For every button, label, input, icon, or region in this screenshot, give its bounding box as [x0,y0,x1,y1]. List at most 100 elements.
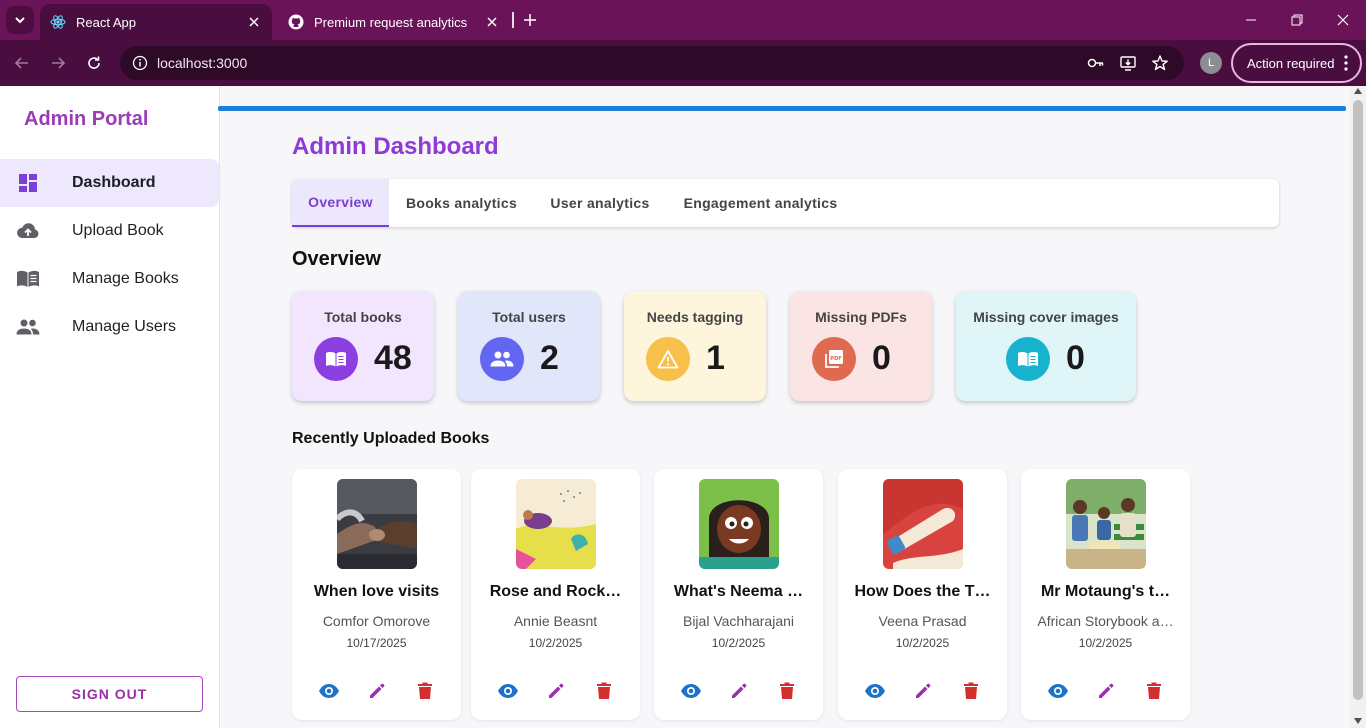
plus-icon [524,14,536,26]
tab-search-button[interactable] [6,6,34,34]
book-cover-image[interactable] [699,479,779,569]
book-cover-image[interactable] [516,479,596,569]
stat-value: 0 [1066,339,1085,377]
edit-button[interactable] [365,679,389,703]
stat-label: Total users [492,309,566,325]
book-date: 10/2/2025 [528,636,583,650]
stat-label: Missing PDFs [815,309,907,325]
eye-icon [865,684,885,698]
more-vert-icon [1344,55,1348,71]
pencil-icon [370,683,385,698]
address-bar[interactable]: localhost:3000 [120,46,1184,80]
stat-value: 0 [872,339,891,377]
tab-engagement-analytics[interactable]: Engagement analytics [666,179,855,227]
book-title: How Does the T… [854,583,991,600]
book-card[interactable]: Mr Motaung's t… African Storybook a… 10/… [1021,469,1190,720]
reload-button[interactable] [82,51,106,75]
delete-button[interactable] [1142,679,1166,703]
book-card[interactable]: When love visits Comfor Omorove 10/17/20… [292,469,461,720]
pencil-icon [732,683,747,698]
delete-button[interactable] [592,679,616,703]
close-window-button[interactable] [1320,0,1366,40]
site-info-icon[interactable] [130,53,150,73]
book-open-icon [314,337,358,381]
book-cover-image[interactable] [337,479,417,569]
edit-button[interactable] [1094,679,1118,703]
book-icon [16,267,40,291]
view-button[interactable] [317,679,341,703]
stat-card-total-users: Total users 2 [458,291,600,401]
tab-books-analytics[interactable]: Books analytics [389,179,534,227]
eye-icon [1048,684,1068,698]
sidebar-item-manage-users[interactable]: Manage Users [0,303,219,351]
delete-button[interactable] [413,679,437,703]
tab-overview[interactable]: Overview [292,179,389,227]
scroll-up-arrow[interactable] [1354,88,1362,94]
eye-icon [681,684,701,698]
url-text: localhost:3000 [157,55,248,71]
trash-icon [964,682,978,699]
restore-button[interactable] [1274,0,1320,40]
edit-button[interactable] [911,679,935,703]
react-icon [50,14,66,30]
stat-value: 1 [706,339,725,377]
book-card[interactable]: How Does the T… Veena Prasad 10/2/2025 [838,469,1007,720]
scroll-down-arrow[interactable] [1354,718,1362,724]
cloud-upload-icon [16,219,40,243]
people-icon [480,337,524,381]
view-button[interactable] [1046,679,1070,703]
stat-label: Missing cover images [973,309,1119,325]
tab-user-analytics[interactable]: User analytics [534,179,666,227]
back-button[interactable] [10,51,34,75]
view-button[interactable] [863,679,887,703]
trash-icon [780,682,794,699]
eye-icon [319,684,339,698]
delete-button[interactable] [959,679,983,703]
delete-button[interactable] [775,679,799,703]
pencil-icon [549,683,564,698]
minimize-icon [1246,19,1256,21]
book-date: 10/2/2025 [895,636,950,650]
action-required-button[interactable]: Action required [1231,43,1362,83]
eye-icon [498,684,518,698]
close-icon [1337,14,1349,26]
page-scrollbar[interactable] [1350,86,1366,728]
loading-progress-bar [218,106,1346,111]
browser-tab-react-app[interactable]: React App [40,4,272,40]
action-required-label: Action required [1247,55,1335,71]
book-cover-image[interactable] [883,479,963,569]
sidebar-item-dashboard[interactable]: Dashboard [0,159,219,207]
page-title: Admin Dashboard [292,133,499,160]
browser-tab-bar: React App Premium request analytics [0,0,1366,40]
chevron-down-icon [15,17,25,24]
star-icon[interactable] [1150,53,1170,73]
install-app-icon[interactable] [1118,53,1138,73]
recently-uploaded-heading: Recently Uploaded Books [292,430,490,447]
sidebar-item-upload-book[interactable]: Upload Book [0,207,219,255]
tab-title: React App [76,14,136,30]
book-cover-image[interactable] [1066,479,1146,569]
browser-tab-premium-analytics[interactable]: Premium request analytics [278,4,510,40]
stat-value: 48 [374,339,412,377]
book-card[interactable]: Rose and Rock… Annie Beasnt 10/2/2025 [471,469,640,720]
trash-icon [418,682,432,699]
sidebar: Admin Portal Dashboard Upload Book Manag… [0,86,220,728]
close-icon[interactable] [246,14,262,30]
svg-text:PDF: PDF [830,356,842,362]
edit-button[interactable] [544,679,568,703]
sidebar-item-manage-books[interactable]: Manage Books [0,255,219,303]
view-button[interactable] [679,679,703,703]
book-card[interactable]: What's Neema … Bijal Vachharajani 10/2/2… [654,469,823,720]
edit-button[interactable] [727,679,751,703]
key-icon[interactable] [1086,53,1106,73]
new-tab-button[interactable] [519,9,541,31]
scroll-thumb[interactable] [1353,100,1363,700]
book-open-icon [1006,337,1050,381]
view-button[interactable] [496,679,520,703]
book-author: Comfor Omorove [322,613,431,629]
sign-out-button[interactable]: SIGN OUT [16,676,203,712]
forward-button[interactable] [46,51,70,75]
profile-avatar[interactable]: L [1200,52,1222,74]
minimize-button[interactable] [1228,0,1274,40]
close-icon[interactable] [484,14,500,30]
